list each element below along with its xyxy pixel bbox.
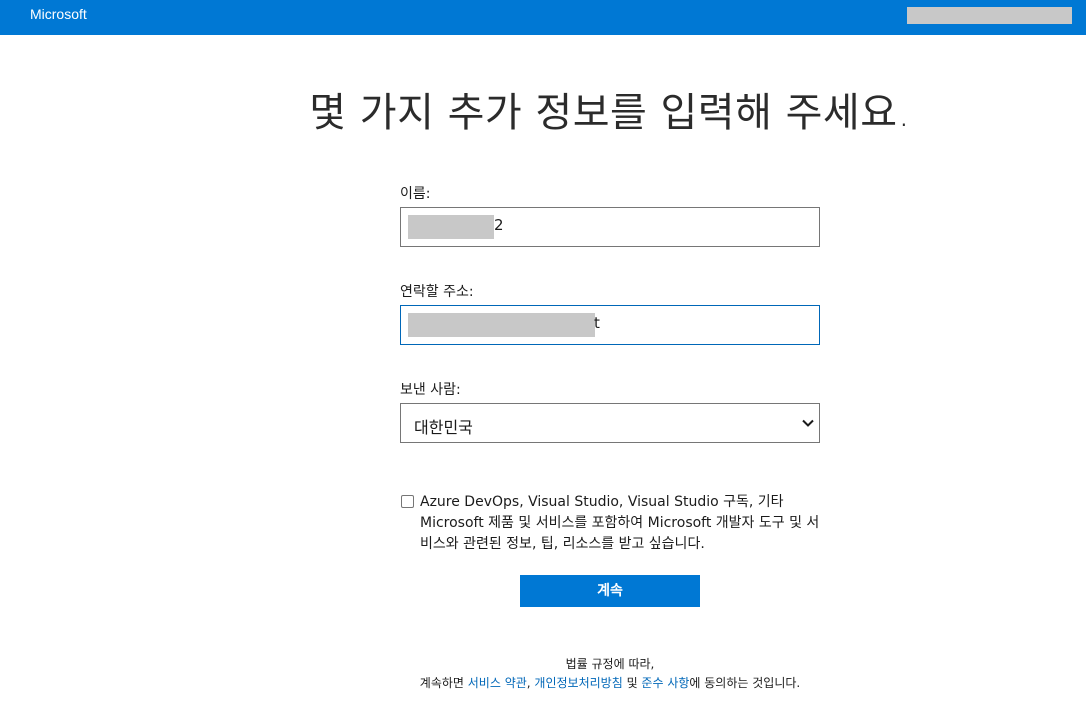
privacy-policy-link[interactable]: 개인정보처리방침 (534, 676, 622, 690)
chevron-down-icon (802, 419, 814, 427)
email-input[interactable]: t (400, 305, 820, 345)
legal-prefix: 계속하면 (419, 676, 468, 690)
compliance-link[interactable]: 준수 사항 (641, 676, 689, 690)
legal-notice: 법률 규정에 따라, 계속하면 서비스 약관, 개인정보처리방침 및 준수 사항… (410, 655, 810, 693)
country-label: 보낸 사람: (400, 382, 461, 398)
microsoft-brand[interactable]: Microsoft (30, 6, 87, 22)
page-title: 몇 가지 추가 정보를 입력해 주세요. (309, 90, 911, 136)
legal-line-2: 계속하면 서비스 약관, 개인정보처리방침 및 준수 사항에 동의하는 것입니다… (410, 674, 810, 693)
name-value-redacted (408, 215, 494, 239)
country-select[interactable]: 대한민국 (400, 403, 820, 443)
legal-and: 및 (622, 676, 642, 690)
legal-suffix: 에 동의하는 것입니다. (689, 676, 801, 690)
country-selected-value: 대한민국 (414, 418, 473, 437)
terms-of-service-link[interactable]: 서비스 약관 (468, 676, 527, 690)
continue-button[interactable]: 계속 (520, 575, 700, 607)
email-value-redacted (408, 313, 595, 337)
marketing-opt-in-label: Azure DevOps, Visual Studio, Visual Stud… (420, 494, 820, 552)
name-input[interactable]: 2 (400, 207, 820, 247)
account-name-redacted[interactable] (907, 7, 1072, 24)
email-value-tail: t (594, 314, 600, 332)
name-label: 이름: (400, 186, 431, 202)
legal-line-1: 법률 규정에 따라, (565, 657, 655, 671)
top-bar: Microsoft (0, 0, 1086, 35)
email-label: 연락할 주소: (400, 284, 474, 300)
name-value-tail: 2 (494, 216, 504, 234)
marketing-opt-in-checkbox[interactable] (401, 495, 414, 508)
